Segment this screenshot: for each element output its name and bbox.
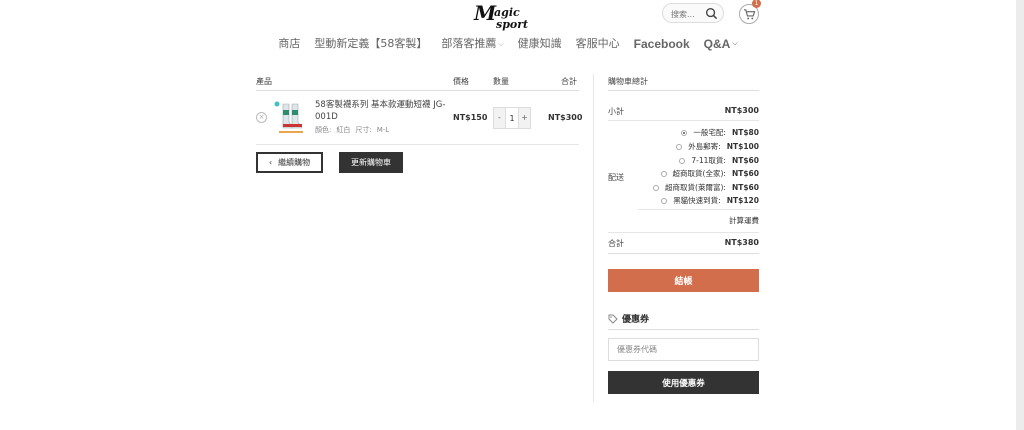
coupon-heading: 優惠券 xyxy=(608,312,649,325)
cart-count-badge: 1 xyxy=(752,0,761,8)
radio[interactable] xyxy=(653,184,660,191)
calculate-shipping-link[interactable]: 計算運費 xyxy=(729,215,759,226)
totals-divider xyxy=(608,120,759,121)
table-row-divider xyxy=(256,144,579,145)
totals-divider xyxy=(608,232,759,233)
checkout-button[interactable]: 結帳 xyxy=(608,269,759,292)
continue-shopping-button[interactable]: ‹ 繼續購物 xyxy=(256,152,323,173)
svg-text:sport: sport xyxy=(496,18,528,31)
cart-icon xyxy=(743,9,756,20)
product-price: NT$150 xyxy=(453,113,488,122)
shipping-option[interactable]: 7-11取貨: NT$60 xyxy=(679,155,759,166)
coupon-divider xyxy=(608,329,759,330)
product-name-link[interactable]: 58客製襪系列 基本款運動短襪 JG-001D xyxy=(315,99,447,123)
qty-decrease-button[interactable]: - xyxy=(494,108,505,128)
product-subtotal: NT$300 xyxy=(548,113,583,122)
tag-icon xyxy=(608,314,618,324)
nav-item-service[interactable]: 客服中心 xyxy=(576,36,620,52)
table-header-divider xyxy=(256,90,579,91)
qty-increase-button[interactable]: + xyxy=(519,108,530,128)
browser-scrollbar[interactable] xyxy=(1016,0,1024,430)
cart-button[interactable]: 1 xyxy=(739,0,761,24)
shipping-option[interactable]: 一般宅配: NT$80 xyxy=(681,127,759,138)
radio[interactable] xyxy=(676,143,683,150)
chevron-down-icon: ⌵ xyxy=(732,40,738,47)
coupon-code-input[interactable] xyxy=(608,338,759,361)
total-value: NT$380 xyxy=(724,238,759,247)
site-logo[interactable]: M agic sport xyxy=(470,2,548,32)
qty-input[interactable] xyxy=(505,108,519,128)
nav-item-qa[interactable]: Q&A ⌵ xyxy=(704,36,738,52)
update-cart-button[interactable]: 更新購物車 xyxy=(339,152,403,173)
search-input[interactable] xyxy=(671,7,703,21)
nav-item-facebook[interactable]: Facebook xyxy=(634,36,690,52)
radio[interactable] xyxy=(660,170,667,177)
quantity-stepper: - + xyxy=(493,107,531,129)
radio[interactable] xyxy=(679,157,686,164)
chevron-down-icon: ⌵ xyxy=(498,40,504,48)
nav-item-custom-58[interactable]: 型動新定義【58客製】 xyxy=(314,36,427,52)
main-nav: 商店 型動新定義【58客製】 部落客推薦 ⌵ 健康知識 客服中心 Facebook… xyxy=(0,36,1016,52)
remove-item-icon[interactable]: × xyxy=(256,112,267,123)
total-label: 合計 xyxy=(608,239,624,248)
col-header-price: 價格 xyxy=(453,77,469,86)
apply-coupon-button[interactable]: 使用優惠券 xyxy=(608,371,759,394)
cart-totals-title: 購物車總計 xyxy=(608,77,648,86)
shipping-option[interactable]: 外島郵寄: NT$100 xyxy=(676,141,759,152)
col-header-product: 產品 xyxy=(256,77,272,86)
totals-header-divider xyxy=(608,90,759,91)
shipping-divider xyxy=(638,209,759,210)
chevron-left-icon: ‹ xyxy=(268,158,273,167)
col-header-qty: 數量 xyxy=(493,77,509,86)
search-box[interactable] xyxy=(662,3,724,23)
col-header-subtotal: 合計 xyxy=(561,77,577,86)
totals-divider xyxy=(608,253,759,254)
shipping-option[interactable]: 黑貓快速到貨: NT$120 xyxy=(661,195,759,206)
radio[interactable] xyxy=(661,197,668,204)
nav-item-shop[interactable]: 商店 xyxy=(278,36,300,52)
search-icon[interactable] xyxy=(705,7,718,20)
nav-item-health[interactable]: 健康知識 xyxy=(518,36,562,52)
column-divider xyxy=(593,74,594,402)
subtotal-value: NT$300 xyxy=(724,106,759,115)
shipping-label: 配送 xyxy=(608,173,624,182)
nav-item-blogger[interactable]: 部落客推薦 ⌵ xyxy=(441,36,503,52)
shipping-option[interactable]: 超商取貨(全家): NT$60 xyxy=(660,168,759,179)
subtotal-label: 小計 xyxy=(608,107,624,116)
product-thumbnail[interactable] xyxy=(273,100,307,136)
shipping-option[interactable]: 超商取貨(萊爾富): NT$60 xyxy=(653,182,759,193)
product-variation: 顏色: 紅白 尺寸: M-L xyxy=(315,126,390,134)
radio-selected[interactable] xyxy=(681,129,688,136)
